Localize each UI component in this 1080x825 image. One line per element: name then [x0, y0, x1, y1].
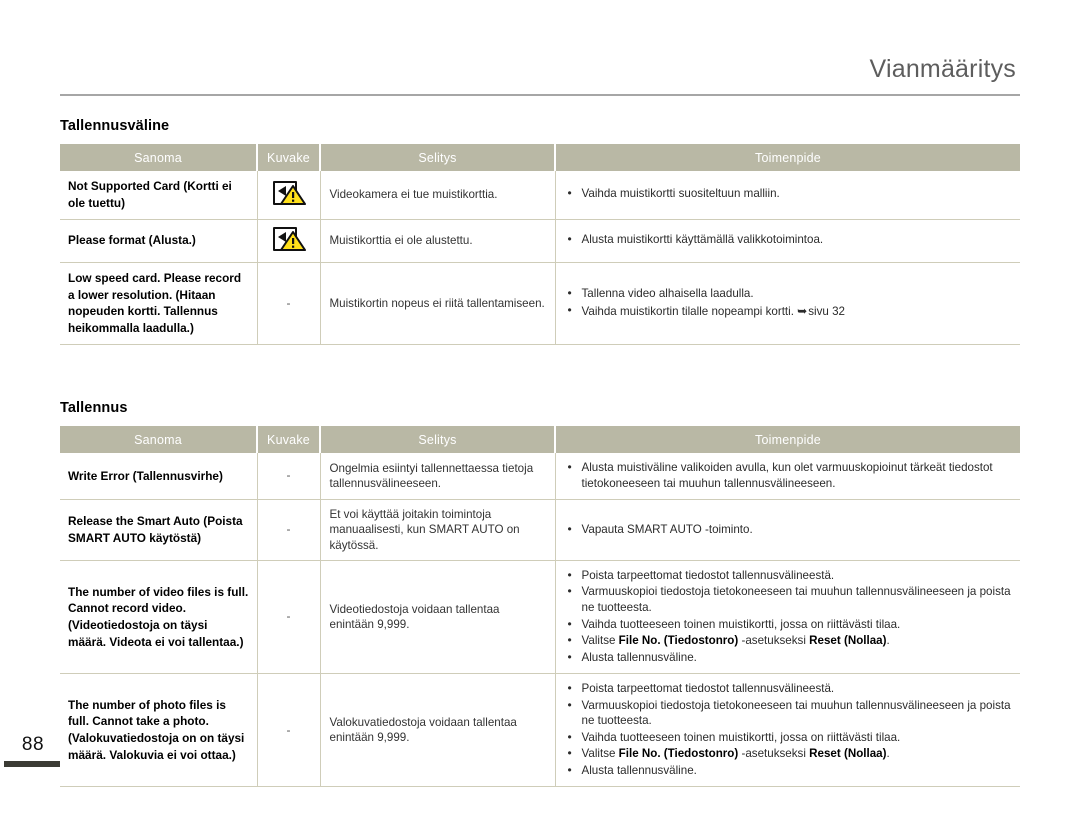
memory-card-warning-icon: [272, 180, 306, 206]
cell-explanation: Muistikorttia ei ole alustettu.: [320, 219, 556, 263]
action-list: Vapauta SMART AUTO -toiminto.: [566, 521, 1015, 538]
table-body: Write Error (Tallennusvirhe) - Ongelmia es…: [60, 453, 1020, 788]
cell-message: The number of photo files is full. Canno…: [60, 673, 258, 788]
section-tallennus: Tallennus Sanoma Kuvake Selitys Toimenpi…: [60, 400, 1020, 788]
table-row: Write Error (Tallennusvirhe) - Ongelmia es…: [60, 453, 1020, 501]
cell-message: Not Supported Card (Kortti ei ole tuettu…: [60, 171, 258, 220]
action-item: Vapauta SMART AUTO -toiminto.: [566, 521, 1015, 538]
page-header: Vianmääritys: [60, 55, 1020, 96]
cell-icon: -: [257, 453, 321, 501]
page-number: 88: [21, 734, 45, 755]
action-list: Poista tarpeettomat tiedostot tallennusv…: [566, 567, 1015, 666]
memory-card-warning-icon: [272, 226, 306, 252]
cell-explanation: Ongelmia esiintyi tallennettaessa tietoj…: [320, 453, 556, 501]
column-header-kuvake: Kuvake: [257, 144, 321, 171]
action-list: Poista tarpeettomat tiedostot tallennusv…: [566, 680, 1015, 779]
cell-message: Release the Smart Auto (Poista SMART AUT…: [60, 499, 258, 561]
cell-icon: [257, 219, 321, 263]
table-header: Sanoma Kuvake Selitys Toimenpide: [60, 426, 1020, 453]
cell-icon: -: [257, 673, 321, 788]
cell-explanation: Videokamera ei tue muistikorttia.: [320, 171, 556, 220]
cell-message: The number of video files is full. Canno…: [60, 560, 258, 675]
action-item: Poista tarpeettomat tiedostot tallennusv…: [566, 567, 1015, 584]
table-row: Please format (Alusta.) Muistikorttia ei …: [60, 219, 1020, 263]
cell-explanation: Valokuvatiedostoja voidaan tallentaa eni…: [320, 673, 556, 788]
action-list: Alusta muistiväline valikoiden avulla, k…: [566, 459, 1015, 491]
section-tallennusvaline: Tallennusväline Sanoma Kuvake Selitys To…: [60, 118, 1020, 345]
table-header: Sanoma Kuvake Selitys Toimenpide: [60, 144, 1020, 171]
cell-message: Low speed card. Please record a lower re…: [60, 262, 258, 345]
section-title: Tallennusväline: [60, 118, 170, 134]
no-icon-dash: -: [286, 295, 291, 310]
action-item: Poista tarpeettomat tiedostot tallennusv…: [566, 680, 1015, 697]
page-number-bar: [4, 761, 60, 767]
table-body: Not Supported Card (Kortti ei ole tuettu…: [60, 171, 1020, 345]
table-row: Release the Smart Auto (Poista SMART AUT…: [60, 499, 1020, 561]
action-item: Vaihda muistikortti suositeltuun malliin…: [566, 186, 1015, 202]
column-header-selitys: Selitys: [320, 144, 556, 171]
cell-icon: -: [257, 499, 321, 561]
column-header-sanoma: Sanoma: [60, 144, 258, 171]
cell-action: Alusta muistiväline valikoiden avulla, k…: [555, 453, 1020, 501]
no-icon-dash: -: [286, 609, 291, 624]
table-row: Low speed card. Please record a lower re…: [60, 262, 1020, 345]
cell-explanation: Et voi käyttää joitakin toimintoja manua…: [320, 499, 556, 561]
action-item: Tallenna video alhaisella laadulla.: [566, 285, 1015, 302]
column-header-toimenpide: Toimenpide: [555, 144, 1020, 171]
action-item: Vaihda tuotteeseen toinen muistikortti, …: [566, 729, 1015, 746]
page-number-block: 88: [0, 735, 66, 767]
table-row: The number of video files is full. Canno…: [60, 560, 1020, 675]
page-title: Vianmääritys: [869, 55, 1016, 83]
cell-icon: [257, 171, 321, 220]
table-header-row: Sanoma Kuvake Selitys Toimenpide: [60, 426, 1020, 453]
cell-action: Poista tarpeettomat tiedostot tallennusv…: [555, 673, 1020, 788]
cell-icon: -: [257, 262, 321, 345]
cell-icon: -: [257, 560, 321, 675]
column-header-kuvake: Kuvake: [257, 426, 321, 453]
cell-explanation: Videotiedostoja voidaan tallentaa enintä…: [320, 560, 556, 675]
action-item: Vaihda muistikortin tilalle nopeampi kor…: [566, 302, 1015, 320]
cell-explanation: Muistikortin nopeus ei riitä tallentamis…: [320, 262, 556, 345]
action-item: Valitse File No. (Tiedostonro) -asetukse…: [566, 632, 1015, 649]
page-reference: ➥sivu 32: [797, 303, 845, 318]
cell-message: Write Error (Tallennusvirhe): [60, 453, 258, 501]
section-title: Tallennus: [60, 400, 128, 416]
action-item: Varmuuskopioi tiedostoja tietokoneeseen …: [566, 583, 1015, 615]
action-item: Alusta tallennusväline.: [566, 649, 1015, 666]
column-header-selitys: Selitys: [320, 426, 556, 453]
no-icon-dash: -: [286, 522, 291, 537]
message-table-storage-media: Sanoma Kuvake Selitys Toimenpide Not Sup…: [60, 144, 1020, 345]
message-table-recording: Sanoma Kuvake Selitys Toimenpide Write E…: [60, 426, 1020, 788]
action-item: Vaihda tuotteeseen toinen muistikortti, …: [566, 616, 1015, 633]
action-item: Alusta tallennusväline.: [566, 762, 1015, 779]
column-header-sanoma: Sanoma: [60, 426, 258, 453]
cell-action: Vapauta SMART AUTO -toiminto.: [555, 499, 1020, 561]
action-item: Alusta muistiväline valikoiden avulla, k…: [566, 459, 1015, 491]
cell-action: Vaihda muistikortti suositeltuun malliin…: [555, 171, 1020, 220]
action-item: Alusta muistikortti käyttämällä valikkot…: [566, 231, 1015, 248]
table-row: The number of photo files is full. Canno…: [60, 673, 1020, 788]
action-list: Vaihda muistikortti suositeltuun malliin…: [566, 186, 1015, 202]
header-divider: [60, 93, 1020, 96]
page-ref-arrow-icon: ➥: [797, 303, 808, 318]
manual-page: Vianmääritys Tallennusväline Sanoma Kuva…: [0, 0, 1080, 825]
table-row: Not Supported Card (Kortti ei ole tuettu…: [60, 171, 1020, 220]
cell-action: Tallenna video alhaisella laadulla.Vaihd…: [555, 262, 1020, 345]
cell-action: Alusta muistikortti käyttämällä valikkot…: [555, 219, 1020, 263]
table-header-row: Sanoma Kuvake Selitys Toimenpide: [60, 144, 1020, 171]
no-icon-dash: -: [286, 722, 291, 737]
cell-message: Please format (Alusta.): [60, 219, 258, 263]
column-header-toimenpide: Toimenpide: [555, 426, 1020, 453]
action-item: Valitse File No. (Tiedostonro) -asetukse…: [566, 745, 1015, 762]
no-icon-dash: -: [286, 468, 291, 483]
action-item: Varmuuskopioi tiedostoja tietokoneeseen …: [566, 697, 1015, 729]
action-list: Tallenna video alhaisella laadulla.Vaihd…: [566, 285, 1015, 320]
action-list: Alusta muistikortti käyttämällä valikkot…: [566, 231, 1015, 248]
cell-action: Poista tarpeettomat tiedostot tallennusv…: [555, 560, 1020, 675]
